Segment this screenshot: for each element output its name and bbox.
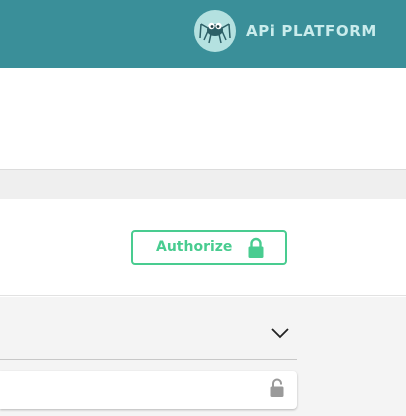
authorize-label: Authorize [156,239,233,255]
brand-link[interactable]: APi PLATFORM [194,10,377,52]
operation-block[interactable] [0,371,297,409]
swagger-page: APi PLATFORM Authorize [0,0,406,416]
authorize-button[interactable]: Authorize [131,230,287,265]
brand-name: APi PLATFORM [246,22,377,40]
servers-band [0,170,406,199]
chevron-down-icon[interactable] [270,327,290,339]
unlocked-lock-icon[interactable] [269,378,285,398]
spider-logo-icon [194,10,236,52]
api-info-section [0,68,406,170]
operation-tag-header[interactable] [0,297,297,360]
lock-icon [248,237,264,258]
scheme-container: Authorize [0,199,406,296]
top-header: APi PLATFORM [0,0,406,68]
